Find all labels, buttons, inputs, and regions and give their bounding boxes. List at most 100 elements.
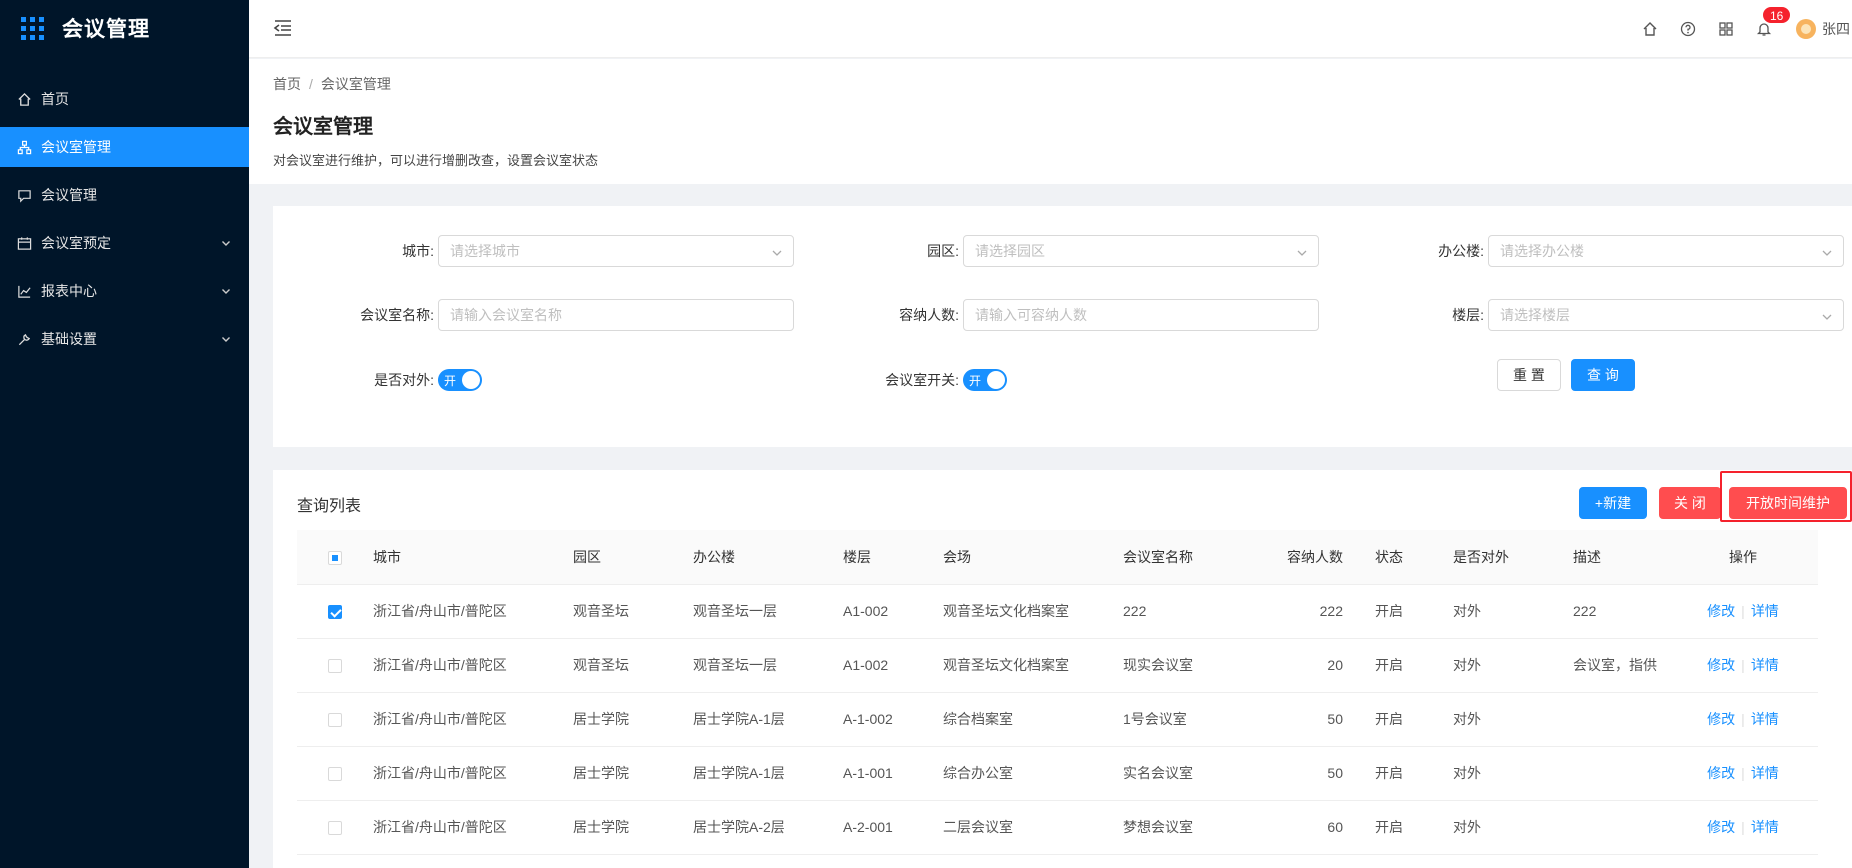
sidebar-item-label: 报表中心 — [41, 283, 97, 299]
cell-external: 对外 — [1453, 800, 1573, 855]
result-list: 查询列表 +新建 关 闭 开放时间维护 城市 园区 办公楼 楼层 会场 会议室名… — [273, 470, 1852, 868]
wrench-icon — [16, 331, 33, 348]
help-icon[interactable] — [1680, 21, 1696, 37]
capacity-placeholder: 请输入可容纳人数 — [975, 307, 1087, 323]
cell-name: 梦想会议室 — [1123, 800, 1243, 855]
row-checkbox[interactable] — [328, 767, 342, 782]
link-divider: | — [1741, 711, 1745, 727]
edit-link[interactable]: 修改 — [1707, 765, 1735, 781]
sidebar-item-settings[interactable]: 基础设置 — [0, 319, 249, 359]
top-header: 16 张四 — [249, 0, 1852, 58]
row-checkbox[interactable] — [328, 605, 342, 620]
sidebar-item-home[interactable]: 首页 — [0, 79, 249, 119]
edit-link[interactable]: 修改 — [1707, 657, 1735, 673]
table-row[interactable]: 浙江省/舟山市/普陀区 观音圣坛 观音圣坛一层 A1-002 观音圣坛文化档案室… — [297, 584, 1818, 639]
detail-link[interactable]: 详情 — [1751, 765, 1779, 781]
cell-capacity: 222 — [1243, 584, 1353, 639]
cell-venue: 综合档案室 — [943, 692, 1123, 747]
table-row[interactable]: 浙江省/舟山市/普陀区 居士学院 居士学院A-1层 A-1-001 综合办公室 … — [297, 746, 1818, 801]
room-name-input[interactable]: 请输入会议室名称 — [438, 299, 794, 331]
table-row[interactable]: 浙江省/舟山市/普陀区 居士学院 居士学院A-1层 A-1-002 综合档案室 … — [297, 692, 1818, 747]
column-header: 状态 — [1353, 530, 1453, 585]
apps-grid-icon — [21, 16, 44, 40]
detail-link[interactable]: 详情 — [1751, 819, 1779, 835]
building-select[interactable]: 请选择办公楼 — [1488, 235, 1844, 267]
close-button[interactable]: 关 闭 — [1659, 487, 1721, 519]
select-all-cell — [297, 530, 373, 585]
table-row[interactable]: 浙江省/舟山市/普陀区 观音圣坛 观音圣坛一层 A1-002 观音圣坛文化档案室… — [297, 638, 1818, 693]
table-row[interactable]: 浙江省/舟山市/普陀区 居士学院 居士学院A-2层 A-2-001 二层会议室 … — [297, 800, 1818, 855]
column-header: 容纳人数 — [1243, 530, 1353, 585]
capacity-input[interactable]: 请输入可容纳人数 — [963, 299, 1319, 331]
breadcrumb-home[interactable]: 首页 — [273, 76, 301, 92]
select-all-checkbox[interactable] — [328, 550, 342, 565]
menu-fold-icon[interactable] — [273, 18, 293, 41]
calendar-icon — [16, 235, 33, 252]
row-select-cell — [297, 800, 373, 855]
row-checkbox[interactable] — [328, 713, 342, 728]
link-divider: | — [1741, 765, 1745, 781]
cell-capacity: 20 — [1243, 638, 1353, 693]
detail-link[interactable]: 详情 — [1751, 603, 1779, 619]
apps-icon[interactable] — [1718, 21, 1734, 37]
city-field: 城市: 请选择城市 — [273, 235, 794, 267]
room-switch-toggle[interactable]: 开 — [963, 369, 1007, 391]
sidebar-item-room-booking[interactable]: 会议室预定 — [0, 223, 249, 263]
sidebar-item-label: 会议室管理 — [41, 139, 111, 155]
row-select-cell — [297, 584, 373, 639]
home-icon[interactable] — [1642, 21, 1658, 37]
breadcrumb-separator: / — [309, 76, 313, 92]
reset-button[interactable]: 重 置 — [1497, 359, 1561, 391]
open-time-maintain-button[interactable]: 开放时间维护 — [1729, 487, 1847, 519]
query-button[interactable]: 查 询 — [1571, 359, 1635, 391]
sidebar-item-meeting-management[interactable]: 会议管理 — [0, 175, 249, 215]
cell-city: 浙江省/舟山市/普陀区 — [373, 638, 573, 693]
list-actions: +新建 关 闭 开放时间维护 — [1579, 487, 1847, 519]
cell-building: 观音圣坛一层 — [693, 584, 843, 639]
edit-link[interactable]: 修改 — [1707, 819, 1735, 835]
cell-status: 开启 — [1353, 584, 1453, 639]
cell-park: 居士学院 — [573, 800, 693, 855]
sidebar-item-room-management[interactable]: 会议室管理 — [0, 127, 249, 167]
cell-park: 居士学院 — [573, 692, 693, 747]
external-toggle[interactable]: 开 — [438, 369, 482, 391]
floor-select[interactable]: 请选择楼层 — [1488, 299, 1844, 331]
cell-external: 对外 — [1453, 692, 1573, 747]
cell-building: 居士学院A-2层 — [693, 800, 843, 855]
cell-floor: A1-002 — [843, 638, 943, 693]
bell-icon[interactable]: 16 — [1756, 6, 1792, 37]
page-title: 会议室管理 — [273, 116, 373, 138]
edit-link[interactable]: 修改 — [1707, 603, 1735, 619]
cell-desc — [1573, 746, 1668, 801]
username[interactable]: 张四 — [1822, 19, 1852, 39]
app-title: 会议管理 — [62, 18, 150, 41]
chart-icon — [16, 283, 33, 300]
cell-capacity: 50 — [1243, 746, 1353, 801]
cell-floor: A-1-001 — [843, 746, 943, 801]
park-select[interactable]: 请选择园区 — [963, 235, 1319, 267]
new-button[interactable]: +新建 — [1579, 487, 1647, 519]
column-header: 是否对外 — [1453, 530, 1573, 585]
detail-link[interactable]: 详情 — [1751, 711, 1779, 727]
city-select[interactable]: 请选择城市 — [438, 235, 794, 267]
list-title: 查询列表 — [297, 498, 362, 515]
row-checkbox[interactable] — [328, 821, 342, 836]
edit-link[interactable]: 修改 — [1707, 711, 1735, 727]
cell-status: 开启 — [1353, 746, 1453, 801]
cell-city: 浙江省/舟山市/普陀区 — [373, 692, 573, 747]
cell-floor: A1-002 — [843, 584, 943, 639]
column-header: 会场 — [943, 530, 1123, 585]
cell-capacity: 60 — [1243, 800, 1353, 855]
detail-link[interactable]: 详情 — [1751, 657, 1779, 673]
sidebar-menu: 首页 会议室管理 会议管理 会议室预定 报表中心 基础设置 — [0, 79, 249, 359]
city-label: 城市: — [402, 243, 434, 259]
row-checkbox[interactable] — [328, 659, 342, 674]
cell-name: 实名会议室 — [1123, 746, 1243, 801]
room-switch-label: 会议室开关: — [885, 372, 959, 388]
sidebar-item-reports[interactable]: 报表中心 — [0, 271, 249, 311]
room-name-field: 会议室名称: 请输入会议室名称 — [273, 299, 794, 331]
cell-actions: 修改 | 详情 — [1668, 746, 1818, 801]
room-name-label: 会议室名称: — [360, 307, 434, 323]
avatar[interactable] — [1796, 19, 1816, 39]
column-header: 城市 — [373, 530, 573, 585]
